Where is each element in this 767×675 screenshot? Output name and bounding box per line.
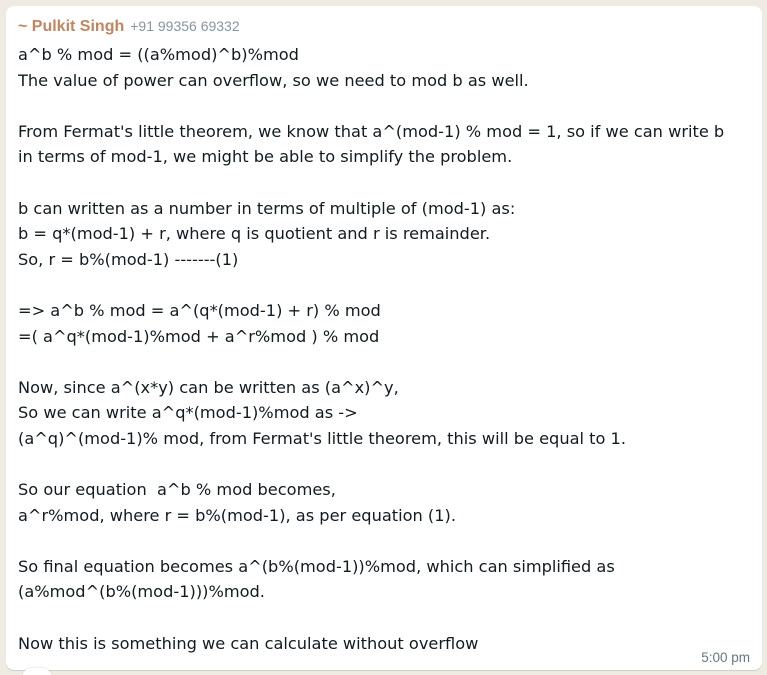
message-bubble[interactable]: ~ Pulkit Singh +91 99356 69332 a^b % mod… bbox=[6, 6, 762, 670]
sender-phone: +91 99356 69332 bbox=[130, 18, 240, 34]
message-timestamp: 5:00 pm bbox=[701, 650, 750, 665]
message-line: The value of power can overflow, so we n… bbox=[18, 70, 529, 90]
next-message-peek bbox=[22, 668, 52, 675]
chat-background: ~ Pulkit Singh +91 99356 69332 a^b % mod… bbox=[0, 0, 767, 675]
message-line: So final equation becomes a^(b%(mod-1))%… bbox=[18, 556, 615, 576]
message-line: a^b % mod = ((a%mod)^b)%mod bbox=[18, 45, 299, 64]
message-line: in terms of mod-1, we might be able to s… bbox=[18, 147, 513, 167]
message-line: b can written as a number in terms of mu… bbox=[18, 198, 516, 218]
message-line: So our equation a^b % mod becomes, bbox=[18, 480, 336, 500]
message-line: So we can write a^q*(mod-1)%mod as -> bbox=[18, 403, 358, 423]
message-line: (a^q)^(mod-1)% mod, from Fermat's little… bbox=[18, 428, 626, 448]
message-line: =( a^q*(mod-1)%mod + a^r%mod ) % mod bbox=[18, 326, 380, 346]
message-line: a^r%mod, where r = b%(mod-1), as per equ… bbox=[18, 505, 456, 525]
message-line: => a^b % mod = a^(q*(mod-1) + r) % mod bbox=[18, 300, 381, 320]
message-sender-row: ~ Pulkit Singh +91 99356 69332 bbox=[18, 18, 750, 42]
message-line: So, r = b%(mod-1) -------(1) bbox=[18, 249, 239, 269]
message-line: Now, since a^(x*y) can be written as (a^… bbox=[18, 377, 399, 397]
message-text: a^b % mod = ((a%mod)^b)%mod The value of … bbox=[18, 42, 750, 656]
message-line: (a%mod^(b%(mod-1)))%mod. bbox=[18, 582, 265, 602]
message-line: b = q*(mod-1) + r, where q is quotient a… bbox=[18, 224, 491, 244]
message-line: From Fermat's little theorem, we know th… bbox=[18, 121, 725, 141]
message-line: Now this is something we can calculate w… bbox=[18, 633, 479, 653]
sender-name[interactable]: ~ Pulkit Singh bbox=[18, 18, 124, 36]
